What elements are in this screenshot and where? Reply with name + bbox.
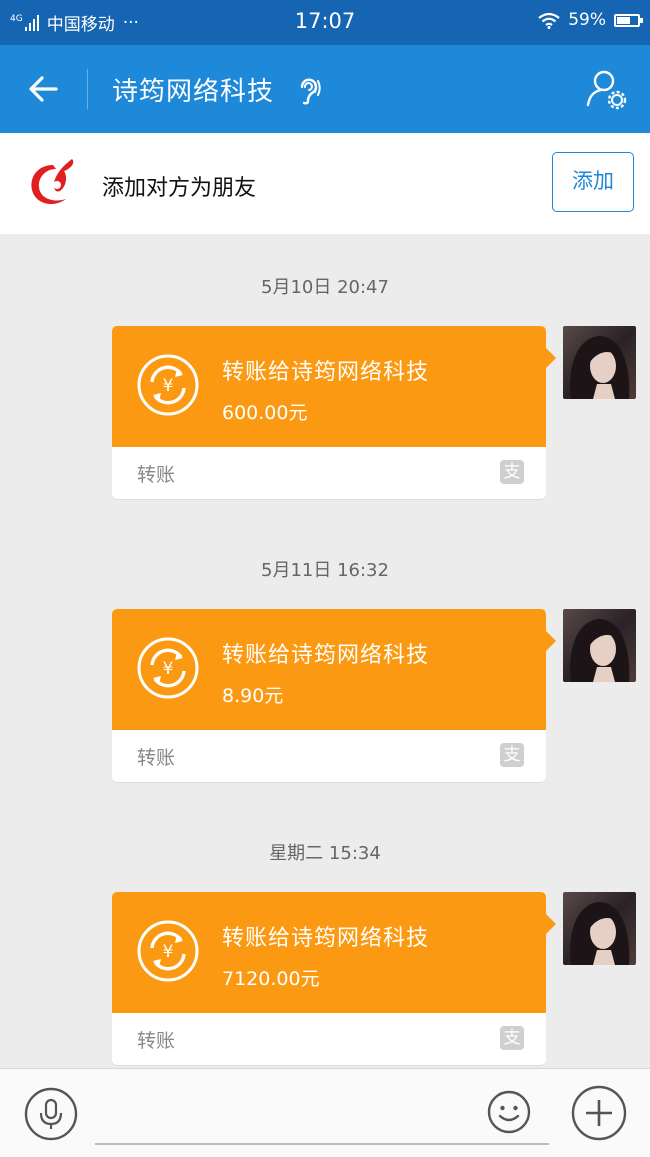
transfer-card[interactable]: ¥ 转账给诗筠网络科技 8.90元 转账 支 bbox=[112, 609, 556, 782]
svg-text:¥: ¥ bbox=[163, 376, 174, 396]
transfer-card-body: ¥ 转账给诗筠网络科技 600.00元 bbox=[112, 326, 546, 447]
message-timestamp: 5月10日 20:47 bbox=[261, 277, 389, 298]
message-timestamp: 5月11日 16:32 bbox=[261, 560, 389, 581]
input-bar bbox=[0, 1068, 650, 1157]
more-actions-button[interactable] bbox=[570, 1084, 628, 1142]
title-bar: 诗筠网络科技 bbox=[0, 45, 650, 133]
avatar[interactable] bbox=[563, 326, 636, 399]
transfer-label: 转账 bbox=[137, 747, 176, 769]
microphone-icon bbox=[24, 1087, 78, 1141]
ear-icon bbox=[300, 78, 321, 105]
svg-text:¥: ¥ bbox=[163, 659, 174, 679]
chat-title: 诗筠网络科技 bbox=[112, 77, 275, 107]
add-friend-bar: 添加对方为朋友 添加 bbox=[0, 133, 650, 234]
battery-icon bbox=[614, 13, 643, 27]
transfer-amount: 7120.00元 bbox=[222, 968, 320, 990]
transfer-label: 转账 bbox=[137, 464, 176, 486]
transfer-card-body: ¥ 转账给诗筠网络科技 8.90元 bbox=[112, 609, 546, 730]
plus-icon bbox=[571, 1085, 627, 1141]
wifi-icon bbox=[538, 12, 560, 29]
avatar-photo bbox=[570, 619, 630, 682]
transfer-title: 转账给诗筠网络科技 bbox=[222, 926, 430, 951]
transfer-card-footer: 转账 支 bbox=[112, 1013, 546, 1065]
status-right: 59% bbox=[538, 10, 643, 30]
svg-text:¥: ¥ bbox=[163, 942, 174, 962]
transfer-card-footer: 转账 支 bbox=[112, 730, 546, 782]
transfer-label: 转账 bbox=[137, 1030, 176, 1052]
avatar[interactable] bbox=[563, 892, 636, 965]
company-logo bbox=[31, 159, 74, 205]
bubble-tail bbox=[546, 914, 556, 934]
battery-level bbox=[617, 16, 630, 24]
transfer-yuan-icon: ¥ bbox=[137, 637, 199, 699]
status-bar: 4G 中国移动 ··· 17:07 59% bbox=[0, 0, 650, 45]
title-divider bbox=[87, 69, 88, 109]
alipay-icon: 支 bbox=[500, 743, 524, 767]
person-settings-icon bbox=[586, 70, 627, 110]
transfer-yuan-icon: ¥ bbox=[137, 920, 199, 982]
chat-settings-button[interactable] bbox=[584, 67, 628, 111]
avatar-photo bbox=[570, 902, 630, 965]
add-friend-prompt: 添加对方为朋友 bbox=[102, 176, 257, 201]
avatar[interactable] bbox=[563, 609, 636, 682]
add-friend-button[interactable]: 添加 bbox=[552, 152, 634, 212]
bubble-tail bbox=[546, 631, 556, 651]
transfer-card[interactable]: ¥ 转账给诗筠网络科技 7120.00元 转账 支 bbox=[112, 892, 556, 1065]
transfer-title: 转账给诗筠网络科技 bbox=[222, 643, 430, 668]
smiley-icon bbox=[487, 1090, 531, 1134]
transfer-card-footer: 转账 支 bbox=[112, 447, 546, 499]
battery-percent: 59% bbox=[568, 10, 606, 30]
transfer-yuan-icon: ¥ bbox=[137, 354, 199, 416]
emoji-button[interactable] bbox=[486, 1089, 532, 1135]
transfer-title: 转账给诗筠网络科技 bbox=[222, 360, 430, 385]
transfer-card[interactable]: ¥ 转账给诗筠网络科技 600.00元 转账 支 bbox=[112, 326, 556, 499]
transfer-card-body: ¥ 转账给诗筠网络科技 7120.00元 bbox=[112, 892, 546, 1013]
transfer-amount: 600.00元 bbox=[222, 402, 308, 424]
avatar-photo bbox=[570, 336, 630, 399]
back-arrow-icon bbox=[29, 76, 58, 102]
back-button[interactable] bbox=[22, 67, 66, 111]
transfer-amount: 8.90元 bbox=[222, 685, 284, 707]
message-timestamp: 星期二 15:34 bbox=[269, 843, 381, 864]
voice-input-button[interactable] bbox=[23, 1086, 79, 1142]
alipay-icon: 支 bbox=[500, 460, 524, 484]
bubble-tail bbox=[546, 348, 556, 368]
alipay-icon: 支 bbox=[500, 1026, 524, 1050]
message-input[interactable] bbox=[95, 1089, 549, 1145]
